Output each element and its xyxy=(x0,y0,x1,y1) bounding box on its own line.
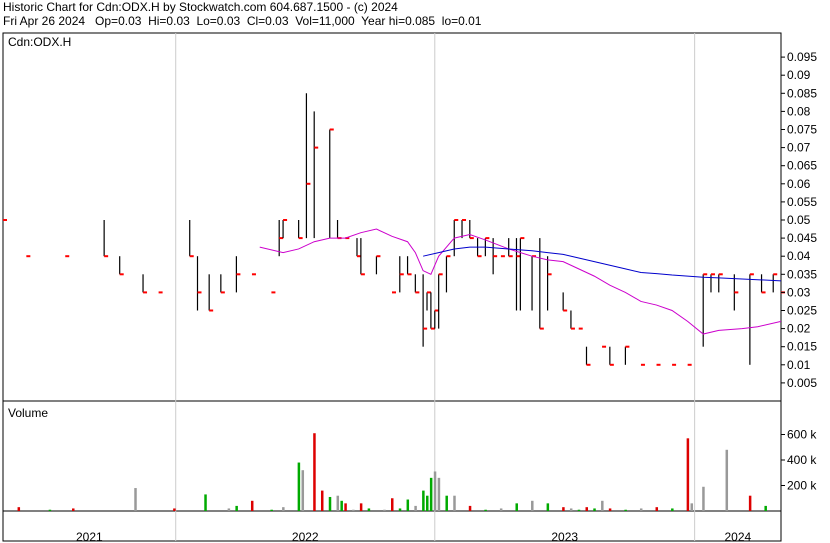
price-pane xyxy=(2,32,782,402)
price-tick-label: 0.075 xyxy=(787,123,817,137)
price-tick-label: 0.005 xyxy=(787,376,817,390)
price-tick-label: 0.055 xyxy=(787,195,817,209)
volume-pane xyxy=(2,400,782,512)
volume-bar xyxy=(671,508,674,511)
price-tick-label: 0.04 xyxy=(787,249,811,263)
chart-canvas: 2021 2022 2023 2024 0.005 0.01 0.015 0.02 0.025 0… xyxy=(2,32,817,543)
price-pane-title: Cdn:ODX.H xyxy=(8,35,71,49)
volume-bar xyxy=(313,433,316,511)
volume-bar xyxy=(725,449,729,511)
volume-bar xyxy=(320,490,324,511)
volume-bar xyxy=(569,508,573,511)
price-tick-label: 0.03 xyxy=(787,285,811,299)
volume-bar xyxy=(336,495,340,511)
volume-bar xyxy=(422,490,425,511)
price-tick-label: 0.015 xyxy=(787,340,817,354)
volume-bar xyxy=(235,505,238,511)
price-tick-label: 0.01 xyxy=(787,358,811,372)
price-tick-label: 0.065 xyxy=(787,159,817,173)
volume-bar xyxy=(270,509,273,511)
year-label: 2021 xyxy=(76,530,103,543)
volume-bar xyxy=(352,509,355,511)
year-label: 2023 xyxy=(551,530,578,543)
price-tick-label: 0.085 xyxy=(787,86,817,100)
volume-bar xyxy=(748,495,752,511)
volume-bar xyxy=(562,507,565,511)
price-tick-label: 0.035 xyxy=(787,267,817,281)
volume-bar xyxy=(453,495,456,511)
volume-bar xyxy=(134,488,137,511)
price-tick-label: 0.05 xyxy=(787,213,811,227)
volume-bar xyxy=(367,508,371,511)
volume-bar xyxy=(72,508,75,511)
volume-bar xyxy=(204,494,207,511)
volume-bar xyxy=(426,495,429,511)
volume-bar xyxy=(301,470,305,511)
volume-bar xyxy=(250,500,254,511)
year-strip xyxy=(2,510,782,542)
price-tick-label: 0.02 xyxy=(787,322,811,336)
volume-bar xyxy=(624,509,627,511)
price-tick-label: 0.095 xyxy=(787,50,817,64)
volume-bar xyxy=(608,508,612,511)
volume-bar xyxy=(601,500,604,511)
volume-bar xyxy=(585,507,588,511)
volume-bar xyxy=(499,508,503,511)
volume-bar xyxy=(398,508,402,511)
volume-bar xyxy=(414,505,417,511)
volume-bar xyxy=(437,477,441,511)
volume-bar xyxy=(433,471,437,511)
volume-bar xyxy=(690,503,694,511)
volume-bar xyxy=(639,508,643,511)
price-tick-label: 0.06 xyxy=(787,177,811,191)
volume-bar xyxy=(383,509,386,511)
volume-tick-label: 200 k xyxy=(787,479,817,493)
volume-tick-label: 400 k xyxy=(787,453,817,467)
volume-bar xyxy=(429,477,433,511)
volume-bar xyxy=(328,496,332,511)
volume-bar xyxy=(531,500,534,511)
volume-bar xyxy=(764,505,767,511)
volume-pane-title: Volume xyxy=(8,406,48,420)
volume-bar xyxy=(546,503,550,511)
year-label: 2022 xyxy=(292,530,319,543)
volume-bar xyxy=(515,503,518,511)
volume-bar xyxy=(17,507,21,511)
volume-bar xyxy=(445,495,448,511)
volume-bar xyxy=(686,438,690,511)
price-tick-label: 0.09 xyxy=(787,68,811,82)
volume-bar xyxy=(297,462,301,511)
price-tick-label: 0.07 xyxy=(787,141,811,155)
volume-bar xyxy=(282,507,285,511)
volume-bar xyxy=(48,509,52,511)
volume-bar xyxy=(227,508,231,511)
volume-tick-label: 600 k xyxy=(787,428,817,442)
price-tick-label: 0.08 xyxy=(787,104,811,118)
volume-bar xyxy=(173,508,176,511)
volume-bar xyxy=(406,499,410,511)
price-tick-label: 0.045 xyxy=(787,231,817,245)
volume-bar xyxy=(593,508,596,511)
volume-bar xyxy=(655,507,659,511)
volume-bar xyxy=(702,486,705,511)
volume-bar xyxy=(344,503,347,511)
volume-bar xyxy=(359,503,363,511)
volume-bar xyxy=(577,509,581,511)
year-label: 2024 xyxy=(724,530,751,543)
volume-bar xyxy=(340,500,343,511)
volume-bar xyxy=(484,509,487,511)
volume-bar xyxy=(391,498,394,511)
price-tick-label: 0.025 xyxy=(787,304,817,318)
volume-bar xyxy=(468,505,472,511)
